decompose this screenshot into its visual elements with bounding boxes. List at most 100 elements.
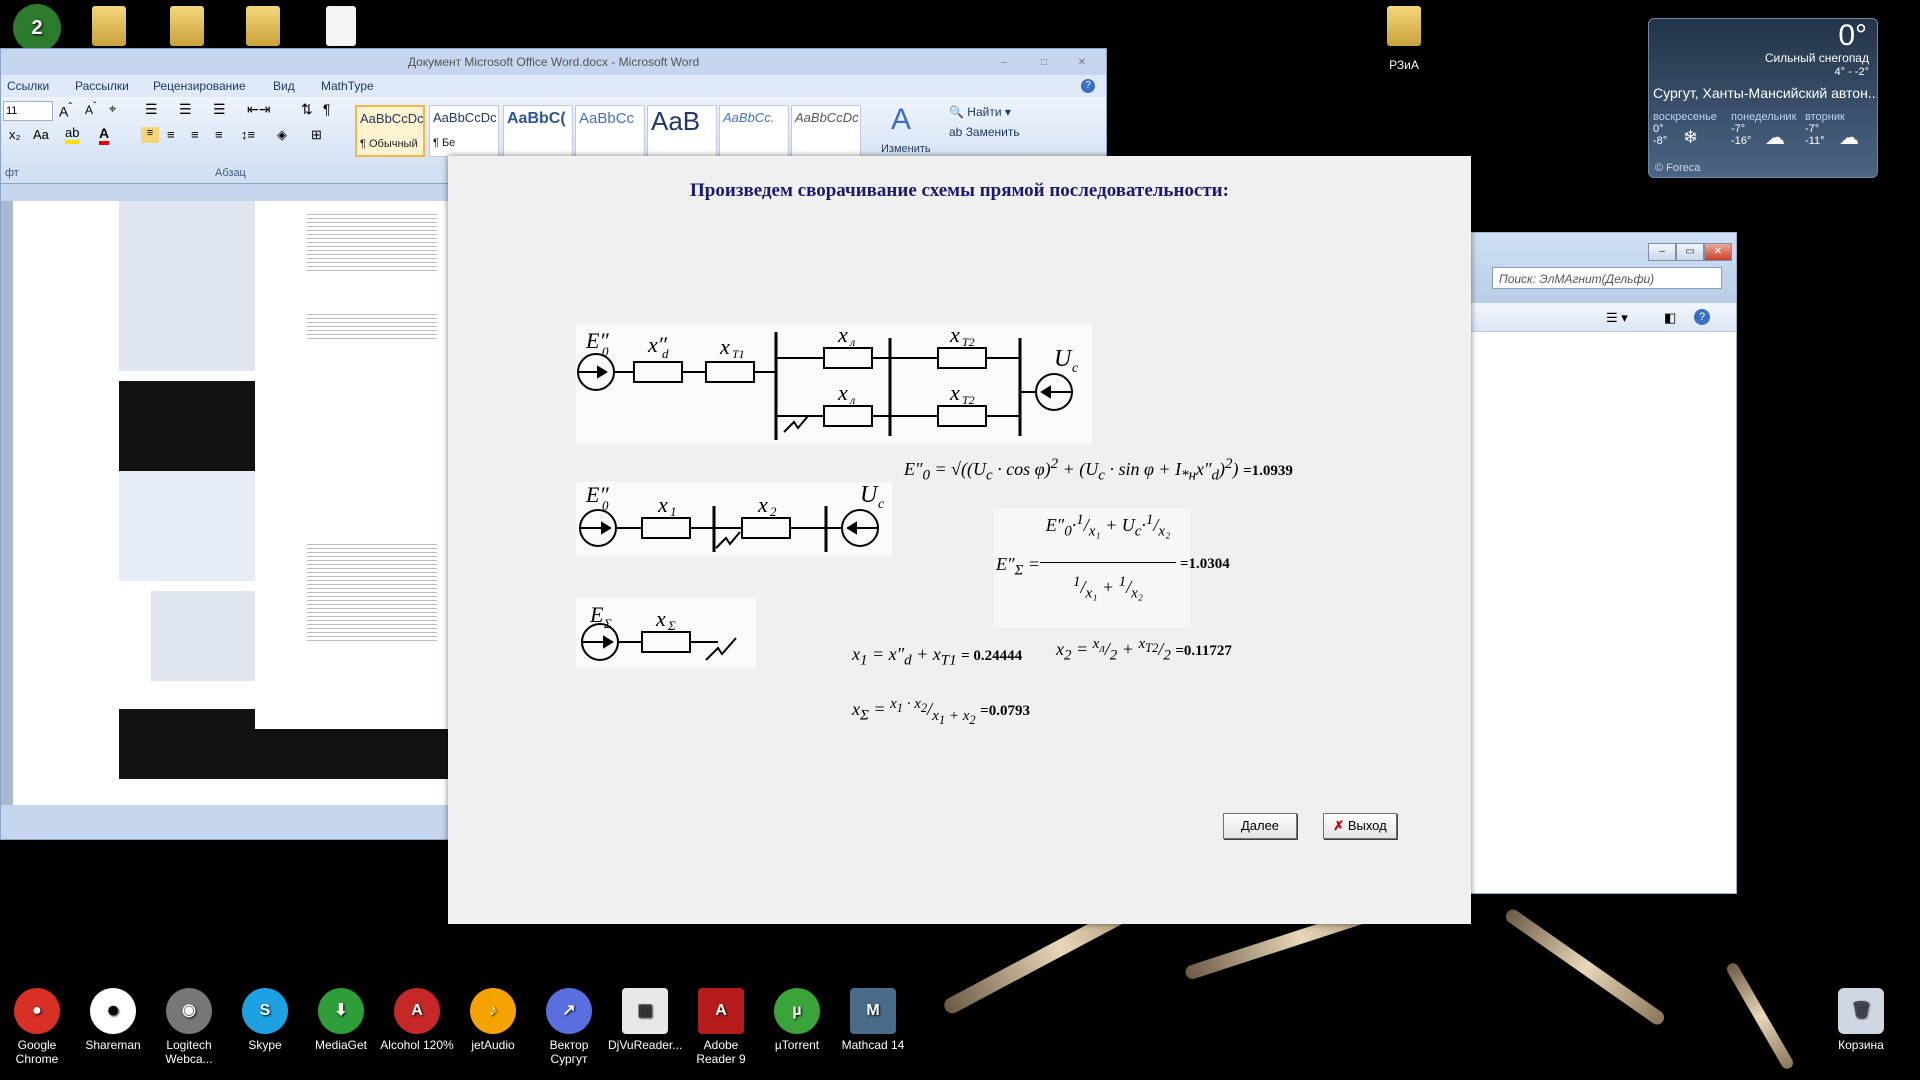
utorrent-icon: µ [774,988,820,1034]
shortcut-adobe-reader[interactable]: A Adobe Reader 9 [684,988,758,1066]
font-color-icon[interactable]: A [99,125,110,145]
temp-range: 4° - -2° [1834,66,1869,78]
next-button[interactable]: Далее [1223,813,1297,839]
close-button[interactable]: ✕ [1069,55,1095,71]
circuit-equivalent-svg: EΣ xΣ [581,602,737,661]
tab-mathtype[interactable]: MathType [321,79,374,93]
tab-references[interactable]: Ссылки [7,79,49,93]
svg-text:x: x [949,380,960,405]
shortcut-alcohol[interactable]: A Alcohol 120% [380,988,454,1052]
circuit-full-svg: E″0 x″d x T1 xл xл x T2 x T2 Uc [577,322,1079,440]
djvu-icon: ▦ [622,988,668,1034]
shortcut-skype[interactable]: S Skype [228,988,302,1052]
style-no-spacing[interactable]: AaBbCcDc ¶ Бе [429,105,499,157]
find-button[interactable]: 🔍 Найти ▾ [949,105,1011,119]
shortcut-shareman[interactable]: ☻ Shareman [76,988,150,1052]
xsum-value: =0.0793 [980,703,1030,719]
shading-icon[interactable]: ◈ [277,127,287,143]
change-styles-icon[interactable]: A [891,103,911,137]
explorer-toolbar: ☰ ▾ ◧ ? [1466,303,1736,332]
explorer-search-input[interactable]: Поиск: ЭлМАгнит(Дельфи) [1492,267,1722,289]
view-options-icon[interactable]: ☰ ▾ [1606,310,1628,326]
desktop-folder[interactable] [74,6,144,46]
help-icon[interactable]: ? [1694,309,1710,325]
style-emphasis[interactable]: AaBbCcDc [791,105,861,157]
font-size-box[interactable]: 11 [3,101,53,121]
calc-dialog[interactable]: Произведем сворачивание схемы прямой пос… [448,156,1471,924]
document-thumbnail [151,591,256,681]
folder-icon [1387,6,1421,46]
shrink-font-icon[interactable]: Aˇ [85,101,96,117]
help-icon[interactable]: ? [1081,79,1095,93]
exit-button[interactable]: ✗ Выход [1323,813,1397,839]
bullets-icon[interactable]: ☰ [145,101,158,118]
style-normal[interactable]: AaBbCcDc ¶ Обычный [355,105,425,157]
tab-review[interactable]: Рецензирование [153,79,246,93]
svg-text:x: x [657,492,668,517]
style-heading2[interactable]: AaBbCc [575,105,645,157]
wallpaper-bone [1724,961,1796,1071]
align-center-icon[interactable]: ≡ [167,127,175,142]
align-left-icon[interactable]: ≡ [141,127,159,143]
multilevel-icon[interactable]: ☰ [213,101,226,118]
svg-text:U: U [860,482,879,508]
explorer-close-button[interactable]: ✕ [1704,243,1732,261]
jetaudio-icon: ♪ [470,988,516,1034]
forecast-day: воскресенье 0° -8° ❄ [1653,111,1717,147]
style-subtitle[interactable]: AaBbCc. [719,105,789,157]
change-styles-label[interactable]: Изменить [881,143,931,155]
change-case-icon[interactable]: Aa [33,127,49,142]
shortcut-jetaudio[interactable]: ♪ jetAudio [456,988,530,1052]
weather-gadget[interactable]: 0° Сильный снегопад 4° - -2° Сургут, Хан… [1648,18,1878,178]
shortcut-utorrent[interactable]: µ µTorrent [760,988,834,1052]
wallpaper-bone [1503,906,1667,1028]
desktop-file[interactable] [306,6,376,46]
shortcut-vector-surgut[interactable]: ↗ Вектор Сургут [532,988,606,1066]
numbering-icon[interactable]: ☰ [179,101,192,118]
skype-icon: S [242,988,288,1034]
svg-text:1: 1 [670,504,677,519]
shortcut-recycle-bin[interactable]: 🗑 Корзина [1824,988,1898,1052]
explorer-minimize-button[interactable]: – [1648,243,1676,261]
mediaget-icon: ⬇ [318,988,364,1034]
desktop-folder[interactable] [228,6,298,46]
tab-view[interactable]: Вид [273,79,295,93]
shortcut-logitech-webcam[interactable]: ◉ Logitech Webca... [152,988,226,1066]
line-spacing-icon[interactable]: ↕≡ [241,127,255,142]
borders-icon[interactable]: ⊞ [311,127,322,143]
word-title: Документ Microsoft Office Word.docx - Mi… [407,55,700,69]
circuit-diagram-equivalent: EΣ xΣ [576,598,756,668]
pilcrow-icon[interactable]: ¶ [323,101,331,117]
subscript-icon[interactable]: x₂ [9,127,21,142]
explorer-window[interactable]: – ▭ ✕ Поиск: ЭлМАгнит(Дельфи) ☰ ▾ ◧ ? [1465,232,1737,894]
svg-text:x: x [655,606,666,631]
maximize-button[interactable]: □ [1031,55,1057,71]
preview-pane-icon[interactable]: ◧ [1664,310,1676,326]
tab-mailings[interactable]: Рассылки [75,79,129,93]
chrome-icon: ● [14,988,60,1034]
x1-value: = 0.24444 [961,648,1023,664]
weather-brand: © Foreca [1655,162,1701,174]
style-title[interactable]: AaB [647,105,717,157]
grow-font-icon[interactable]: Aˆ [59,101,72,120]
highlight-icon[interactable]: ab [65,125,80,144]
shortcut-mathcad[interactable]: M Mathcad 14 [836,988,910,1052]
desktop-folder-rzia[interactable]: РЗиА [1369,6,1439,72]
desktop-folder[interactable] [152,6,222,46]
replace-button[interactable]: ab Заменить [949,125,1020,139]
sort-icon[interactable]: ⇅ [301,101,313,118]
format-painter-icon[interactable]: ⌖ [109,101,116,117]
shortcut-djvureader[interactable]: ▦ DjVuReader... [608,988,682,1052]
circuit-simplified-svg: E″0 x1 x2 Uc [579,482,885,552]
shortcut-mediaget[interactable]: ⬇ MediaGet [304,988,378,1052]
minimize-button[interactable]: – [991,55,1017,71]
indent-icon[interactable]: ⇤⇥ [247,101,270,118]
align-right-icon[interactable]: ≡ [191,127,199,142]
svg-text:л: л [849,335,855,349]
explorer-maximize-button[interactable]: ▭ [1676,243,1704,261]
shortcut-google-chrome[interactable]: ● Google Chrome [0,988,74,1066]
justify-icon[interactable]: ≡ [215,127,223,142]
svg-text:E: E [589,602,604,627]
svg-text:0: 0 [602,498,609,513]
style-heading1[interactable]: AaBbC( [503,105,573,157]
